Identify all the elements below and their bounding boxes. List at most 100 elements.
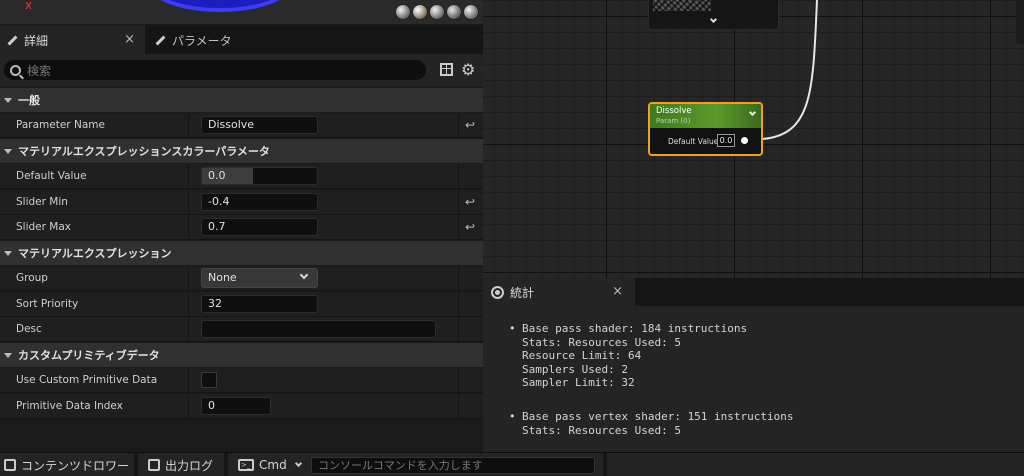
- output-log-label: 出力ログ: [165, 458, 214, 473]
- pencil-icon: [6, 34, 18, 46]
- primitive-index-label: Primitive Data Index: [16, 400, 123, 412]
- reset-icon[interactable]: ↩: [465, 195, 475, 209]
- collapse-arrow-icon: [4, 250, 12, 256]
- stats-line: Base pass vertex shader: 151 instruction…: [522, 410, 794, 423]
- group-label: Group: [16, 272, 48, 284]
- slider-min-label: Slider Min: [16, 196, 68, 208]
- table-view-icon[interactable]: [440, 63, 453, 76]
- preview-plane-icon[interactable]: [429, 4, 445, 20]
- stats-content: • Base pass shader: 184 instructions Sta…: [483, 306, 1024, 452]
- property-row-primitive-index: Primitive Data Index 0: [0, 394, 483, 419]
- stats-tabbar: 統計 ×: [483, 278, 1024, 306]
- details-panel: x 詳細 × パラメータ 検索 ⚙ 一般 Parameter Name Diss…: [0, 0, 483, 452]
- section-general[interactable]: 一般: [0, 88, 483, 112]
- search-icon: [10, 64, 21, 76]
- bottom-toolbar: コンテンツドロワー 出力ログ >_ Cmd コンソールコマンドを入力します: [0, 452, 1024, 476]
- sort-priority-value: 32: [208, 297, 222, 310]
- cmd-dropdown[interactable]: >_ Cmd: [238, 453, 302, 476]
- chevron-down-icon: [299, 270, 309, 280]
- gear-icon[interactable]: ⚙: [461, 60, 475, 79]
- section-general-label: 一般: [18, 94, 40, 107]
- collapse-arrow-icon: [4, 148, 12, 154]
- default-value-slider[interactable]: 0.0: [201, 167, 318, 185]
- node-pin-label: Default Value: [668, 137, 719, 146]
- bullet: •: [509, 410, 516, 423]
- use-custom-primitive-label: Use Custom Primitive Data: [16, 374, 158, 386]
- stats-line: Base pass shader: 184 instructions: [522, 322, 748, 335]
- sort-priority-label: Sort Priority: [16, 298, 79, 310]
- group-value: None: [208, 271, 237, 284]
- tab-parameters[interactable]: パラメータ: [148, 26, 258, 54]
- scalar-parameter-node[interactable]: Dissolve Param (0) Default Value 0.0: [648, 102, 763, 156]
- preview-mesh-icon[interactable]: [463, 4, 479, 20]
- console-placeholder: コンソールコマンドを入力します: [318, 459, 483, 472]
- material-graph[interactable]: Dissolve Param (0) Default Value 0.0: [483, 0, 1024, 278]
- close-icon[interactable]: ×: [124, 32, 135, 47]
- reset-icon[interactable]: ↩: [465, 118, 475, 132]
- preview-shape-buttons: [395, 4, 479, 20]
- section-expression[interactable]: マテリアルエクスプレッション: [0, 241, 483, 265]
- tab-details[interactable]: 詳細 ×: [0, 26, 145, 54]
- parameter-name-value: Dissolve: [208, 118, 255, 131]
- section-expression-label: マテリアルエクスプレッション: [18, 247, 172, 260]
- section-custom-primitive-label: カスタムプリミティブデータ: [18, 349, 160, 362]
- default-value-label: Default Value: [16, 170, 87, 182]
- property-row-parameter-name: Parameter Name Dissolve ↩: [0, 113, 483, 138]
- preview-cube-icon[interactable]: [446, 4, 462, 20]
- material-preview[interactable]: x: [0, 0, 483, 24]
- chevron-down-icon[interactable]: [709, 15, 718, 24]
- section-custom-primitive[interactable]: カスタムプリミティブデータ: [0, 343, 483, 367]
- tab-parameters-label: パラメータ: [172, 33, 232, 48]
- console-command-input[interactable]: コンソールコマンドを入力します: [311, 457, 595, 474]
- node-pin-value[interactable]: 0.0: [717, 134, 735, 147]
- tab-details-label: 詳細: [24, 33, 49, 48]
- property-row-desc: Desc: [0, 317, 483, 342]
- slider-max-value: 0.7: [208, 220, 226, 233]
- tab-stats-label: 統計: [510, 285, 535, 300]
- property-row-group: Group None: [0, 266, 483, 291]
- primitive-index-field[interactable]: 0: [201, 397, 271, 415]
- property-row-slider-min: Slider Min -0.4 ↩: [0, 190, 483, 215]
- details-tabbar: 詳細 × パラメータ: [0, 26, 483, 54]
- close-icon[interactable]: ×: [612, 284, 623, 299]
- search-placeholder: 検索: [27, 63, 52, 78]
- property-row-default-value: Default Value 0.0: [0, 164, 483, 189]
- search-row: 検索 ⚙: [0, 54, 483, 86]
- texture-thumbnail: [653, 0, 711, 11]
- section-scalar-parameter[interactable]: マテリアルエクスプレッションスカラーパラメータ: [0, 139, 483, 163]
- slider-min-value: -0.4: [208, 195, 230, 208]
- slider-min-field[interactable]: -0.4: [201, 193, 318, 211]
- chevron-down-icon: [294, 459, 302, 467]
- node-subtitle: Param (0): [656, 117, 691, 125]
- output-node-edge[interactable]: [1016, 0, 1024, 44]
- tab-stats[interactable]: 統計 ×: [483, 278, 635, 306]
- stats-line: Stats: Resources Used: 5: [522, 336, 681, 349]
- texture-node[interactable]: [648, 0, 779, 30]
- slider-max-label: Slider Max: [16, 221, 71, 233]
- stats-line: Resource Limit: 64: [522, 349, 642, 362]
- stats-line: Samplers Used: 2: [522, 363, 628, 376]
- parameter-name-field[interactable]: Dissolve: [201, 116, 318, 134]
- preview-sphere-icon[interactable]: [412, 4, 428, 20]
- group-dropdown[interactable]: None: [201, 268, 318, 288]
- sort-priority-field[interactable]: 32: [201, 295, 318, 313]
- primitive-index-value: 0: [208, 399, 215, 412]
- default-value-value: 0.0: [208, 169, 226, 182]
- content-drawer-button[interactable]: コンテンツドロワー: [4, 453, 129, 476]
- use-custom-primitive-checkbox[interactable]: [201, 372, 217, 388]
- preview-mesh: [150, 0, 290, 12]
- desc-field[interactable]: [201, 320, 436, 338]
- desc-label: Desc: [16, 323, 42, 335]
- output-log-icon: [148, 459, 160, 471]
- stats-panel: 統計 × • Base pass shader: 184 instruction…: [483, 278, 1024, 452]
- search-input[interactable]: 検索: [4, 60, 426, 80]
- output-pin-icon[interactable]: [741, 137, 748, 144]
- output-log-button[interactable]: 出力ログ: [148, 453, 213, 476]
- slider-max-field[interactable]: 0.7: [201, 218, 318, 236]
- reset-icon[interactable]: ↩: [465, 220, 475, 234]
- preview-cylinder-icon[interactable]: [395, 4, 411, 20]
- parameter-name-label: Parameter Name: [16, 119, 105, 131]
- content-drawer-label: コンテンツドロワー: [21, 458, 130, 473]
- section-scalar-parameter-label: マテリアルエクスプレッションスカラーパラメータ: [18, 145, 270, 158]
- property-row-sort-priority: Sort Priority 32: [0, 292, 483, 317]
